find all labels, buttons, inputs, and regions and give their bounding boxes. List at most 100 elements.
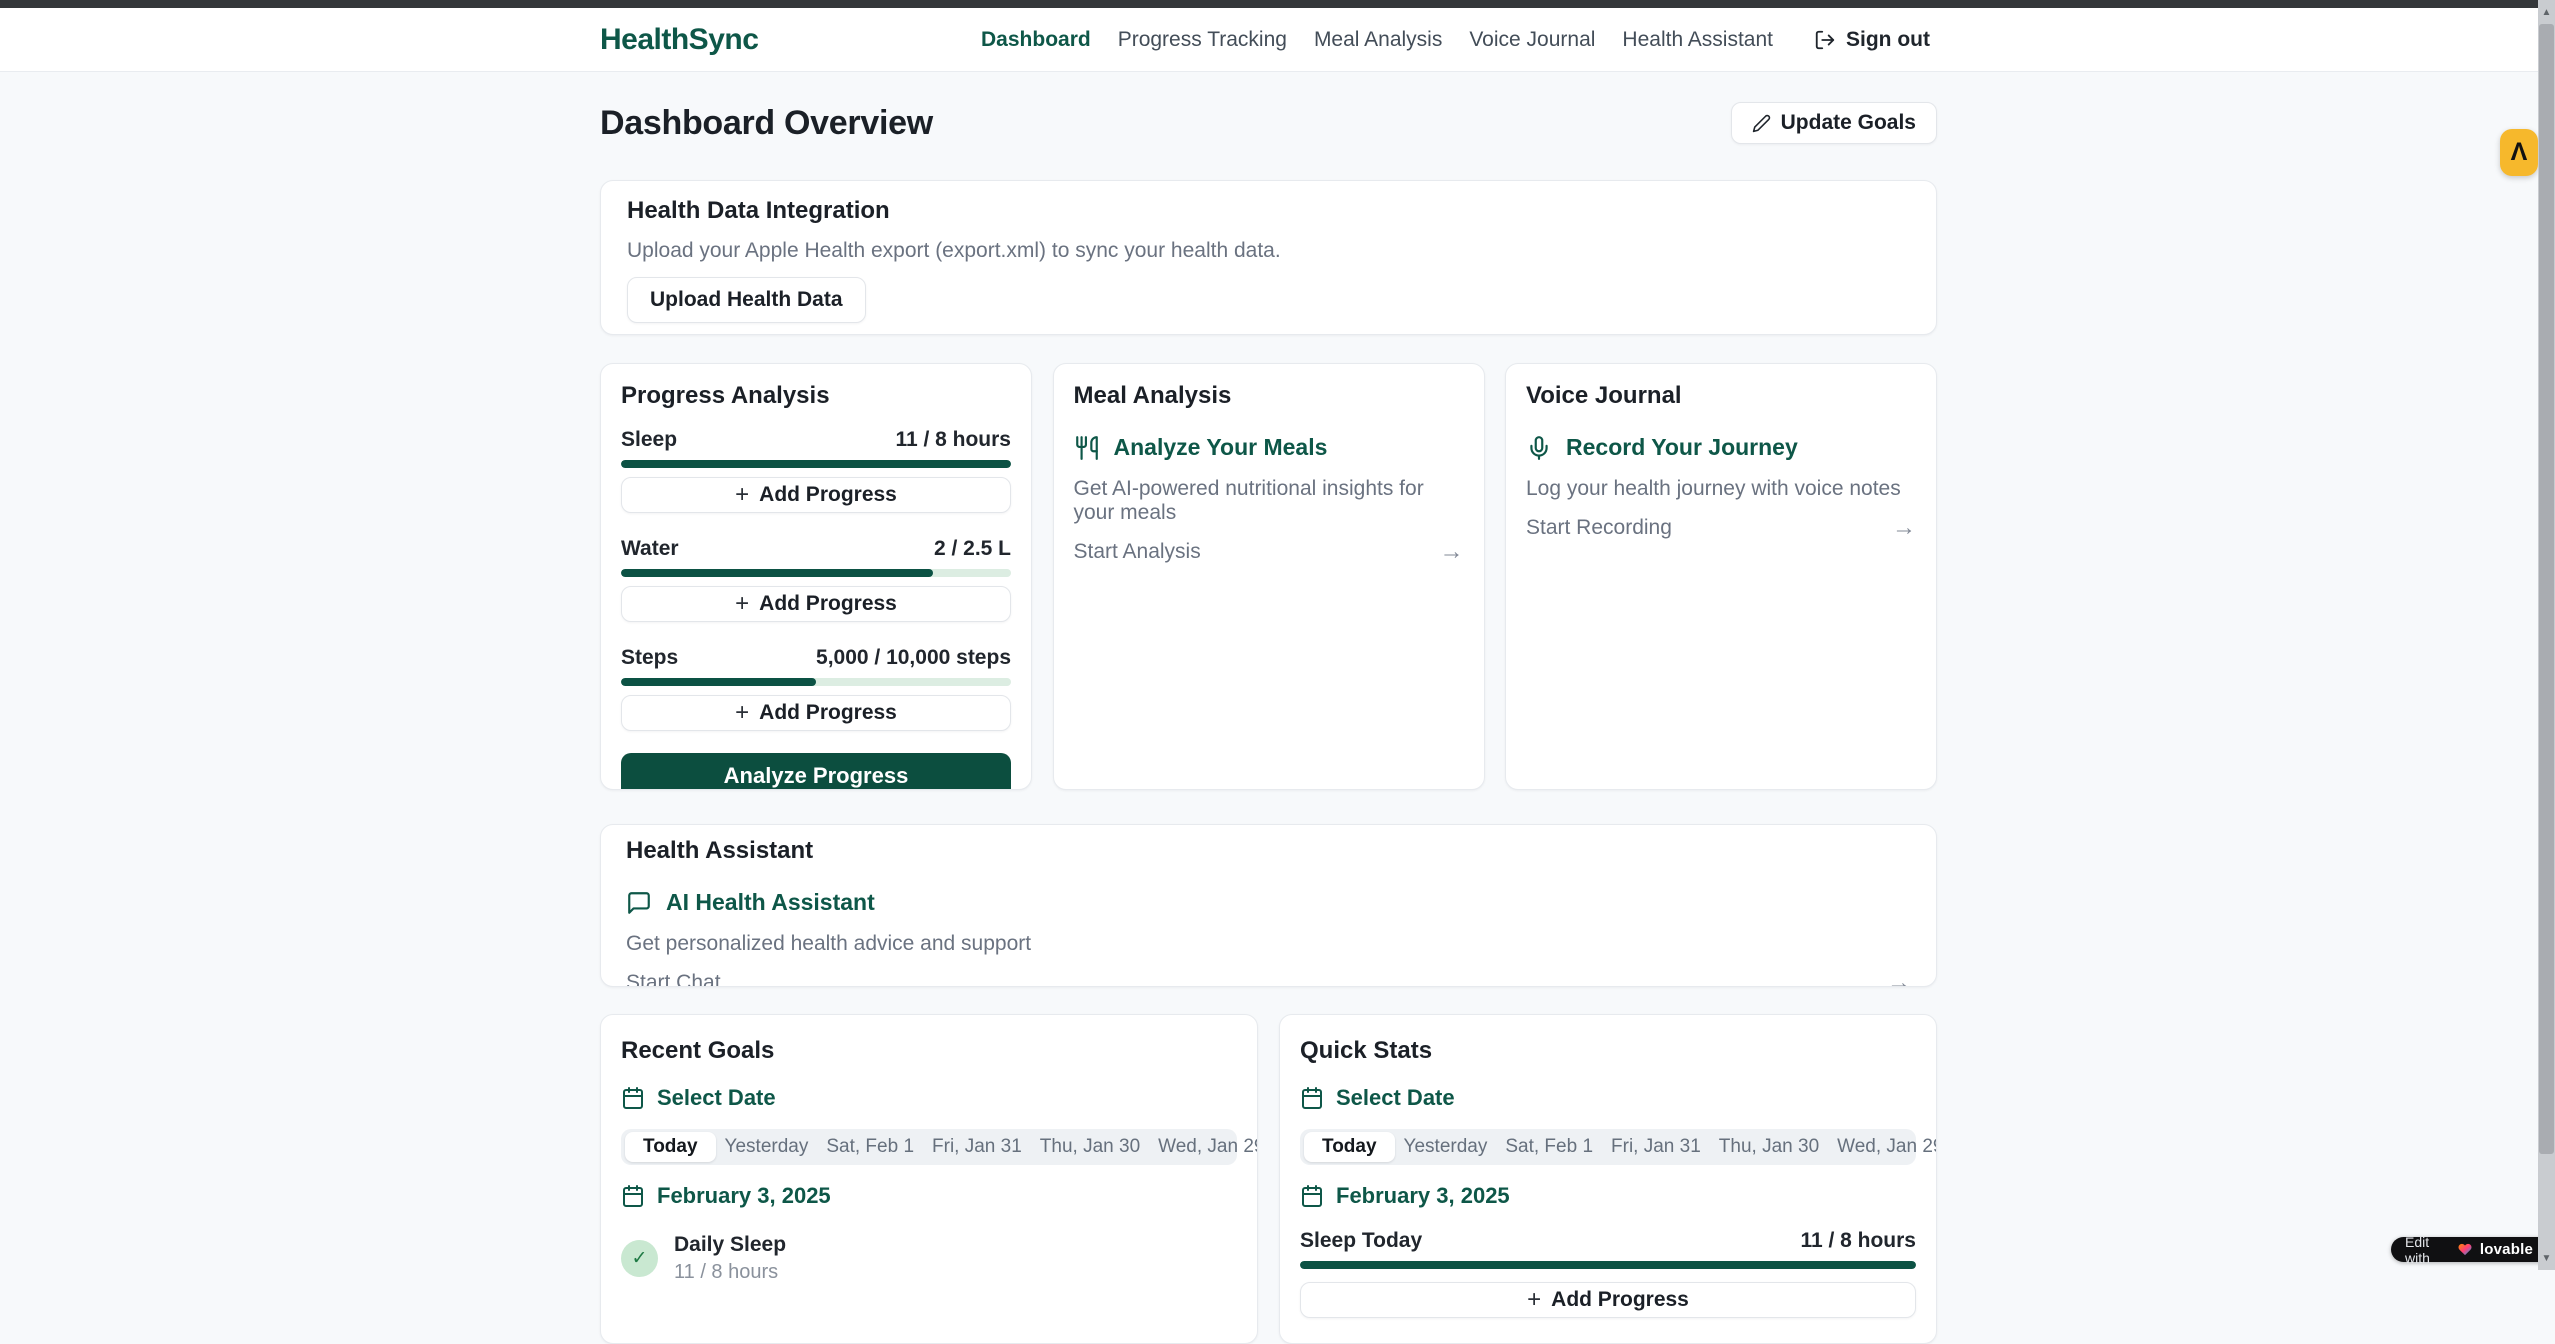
selected-date-label: February 3, 2025 [1336, 1183, 1510, 1209]
ai-health-assistant-label: AI Health Assistant [666, 889, 875, 916]
browser-top-strip [0, 0, 2538, 8]
log-out-icon [1814, 29, 1836, 51]
plus-icon: + [735, 701, 749, 725]
sign-out-label: Sign out [1846, 28, 1930, 52]
record-your-journey-link[interactable]: Record Your Journey [1526, 434, 1916, 461]
quick-stats-card: Quick Stats Select Date Today Yesterday … [1279, 1014, 1937, 1344]
select-date-button[interactable]: Select Date [621, 1085, 1237, 1111]
sleep-today-progress-bar [1300, 1261, 1916, 1269]
scrollbar-thumb[interactable] [2539, 24, 2554, 1154]
nav-item-progress-tracking[interactable]: Progress Tracking [1118, 28, 1287, 52]
calendar-icon [1300, 1086, 1324, 1110]
rg-tab-today[interactable]: Today [625, 1132, 716, 1162]
plus-icon: + [735, 592, 749, 616]
ai-health-assistant-link[interactable]: AI Health Assistant [626, 889, 1911, 916]
progress-analysis-title: Progress Analysis [621, 382, 1011, 410]
chat-bubble-icon [626, 890, 652, 916]
start-analysis-label: Start Analysis [1074, 540, 1201, 564]
water-progress-fill [621, 569, 933, 577]
qs-tab-wed-jan-29[interactable]: Wed, Jan 29 [1828, 1132, 1937, 1162]
integration-description: Upload your Apple Health export (export.… [627, 239, 1910, 263]
rg-tab-wed-jan-29[interactable]: Wed, Jan 29 [1149, 1132, 1258, 1162]
qs-tab-fri-jan-31[interactable]: Fri, Jan 31 [1602, 1132, 1710, 1162]
pencil-icon [1752, 114, 1771, 133]
rg-tab-sat-feb-1[interactable]: Sat, Feb 1 [817, 1132, 923, 1162]
start-analysis-row[interactable]: Start Analysis → [1074, 540, 1464, 564]
recent-goals-card: Recent Goals Select Date Today Yesterday… [600, 1014, 1258, 1344]
voice-journal-description: Log your health journey with voice notes [1526, 477, 1916, 501]
sleep-value: 11 / 8 hours [895, 428, 1011, 452]
calendar-icon [1300, 1184, 1324, 1208]
sleep-progress-fill [621, 460, 1011, 468]
calendar-icon [621, 1086, 645, 1110]
sleep-today-progress-fill [1300, 1261, 1916, 1269]
goal-value: 11 / 8 hours [674, 1261, 786, 1284]
sleep-today-label: Sleep Today [1300, 1229, 1422, 1253]
microphone-icon [1526, 435, 1552, 461]
quick-stats-title: Quick Stats [1300, 1037, 1916, 1065]
lovable-fab-button[interactable]: Λ [2500, 129, 2538, 176]
water-metric: Water 2 / 2.5 L + Add Progress [621, 537, 1011, 622]
analyze-progress-button[interactable]: Analyze Progress [621, 753, 1011, 790]
update-goals-button[interactable]: Update Goals [1731, 102, 1937, 144]
add-progress-button-water[interactable]: + Add Progress [621, 586, 1011, 622]
health-data-integration-card: Health Data Integration Upload your Appl… [600, 180, 1937, 335]
upload-health-data-button[interactable]: Upload Health Data [627, 277, 866, 323]
steps-progress-fill [621, 678, 816, 686]
selected-date[interactable]: February 3, 2025 [1300, 1183, 1916, 1209]
water-progress-bar [621, 569, 1011, 577]
scroll-down-arrow[interactable]: ▼ [2538, 1248, 2555, 1268]
date-tabs: Today Yesterday Sat, Feb 1 Fri, Jan 31 T… [1300, 1129, 1916, 1165]
dashboard-main: Dashboard Overview Update Goals Health D… [600, 72, 1937, 1344]
sleep-today-value: 11 / 8 hours [1800, 1229, 1916, 1253]
plus-icon: + [735, 483, 749, 507]
qs-tab-yesterday[interactable]: Yesterday [1395, 1132, 1497, 1162]
sleep-label: Sleep [621, 428, 677, 452]
edit-with-lovable-badge[interactable]: Edit with lovable ✕ [2391, 1237, 2555, 1262]
qs-tab-thu-jan-30[interactable]: Thu, Jan 30 [1710, 1132, 1828, 1162]
sleep-progress-bar [621, 460, 1011, 468]
qs-tab-sat-feb-1[interactable]: Sat, Feb 1 [1496, 1132, 1602, 1162]
nav-item-voice-journal[interactable]: Voice Journal [1469, 28, 1595, 52]
recent-goals-title: Recent Goals [621, 1037, 1237, 1065]
add-progress-button-sleep-today[interactable]: + Add Progress [1300, 1282, 1916, 1318]
rg-tab-thu-jan-30[interactable]: Thu, Jan 30 [1031, 1132, 1149, 1162]
edit-with-label: Edit with [2405, 1234, 2450, 1266]
heart-icon [2457, 1242, 2473, 1257]
start-recording-label: Start Recording [1526, 516, 1672, 540]
arrow-right-icon: → [1887, 971, 1911, 987]
qs-tab-today[interactable]: Today [1304, 1132, 1395, 1162]
sign-out-button[interactable]: Sign out [1814, 28, 1930, 52]
feature-cards-row: Progress Analysis Sleep 11 / 8 hours + A… [600, 363, 1937, 790]
add-progress-label: Add Progress [759, 592, 897, 616]
lovable-logo-icon: Λ [2511, 140, 2528, 165]
start-chat-label: Start Chat [626, 971, 721, 987]
nav-item-meal-analysis[interactable]: Meal Analysis [1314, 28, 1442, 52]
upload-health-data-label: Upload Health Data [650, 288, 843, 312]
nav-item-health-assistant[interactable]: Health Assistant [1622, 28, 1773, 52]
scroll-up-arrow[interactable]: ▲ [2538, 2, 2555, 22]
start-recording-row[interactable]: Start Recording → [1526, 516, 1916, 540]
top-navbar: HealthSync Dashboard Progress Tracking M… [0, 8, 2538, 72]
water-label: Water [621, 537, 679, 561]
calendar-icon [621, 1184, 645, 1208]
add-progress-button-sleep[interactable]: + Add Progress [621, 477, 1011, 513]
analyze-your-meals-link[interactable]: Analyze Your Meals [1074, 434, 1464, 461]
add-progress-button-steps[interactable]: + Add Progress [621, 695, 1011, 731]
progress-analysis-card: Progress Analysis Sleep 11 / 8 hours + A… [600, 363, 1032, 790]
integration-title: Health Data Integration [627, 197, 1910, 225]
rg-tab-fri-jan-31[interactable]: Fri, Jan 31 [923, 1132, 1031, 1162]
start-chat-row[interactable]: Start Chat → [626, 971, 1911, 987]
add-progress-label: Add Progress [759, 701, 897, 725]
meal-analysis-description: Get AI-powered nutritional insights for … [1074, 477, 1464, 525]
select-date-button[interactable]: Select Date [1300, 1085, 1916, 1111]
scrollbar[interactable]: ▲ ▼ [2538, 0, 2555, 1270]
meal-analysis-title: Meal Analysis [1074, 382, 1464, 410]
rg-tab-yesterday[interactable]: Yesterday [716, 1132, 818, 1162]
select-date-label: Select Date [1336, 1085, 1455, 1111]
brand-logo[interactable]: HealthSync [600, 23, 758, 57]
selected-date[interactable]: February 3, 2025 [621, 1183, 1237, 1209]
nav-links: Dashboard Progress Tracking Meal Analysi… [981, 28, 1930, 52]
check-icon: ✓ [621, 1240, 658, 1277]
nav-item-dashboard[interactable]: Dashboard [981, 28, 1091, 52]
